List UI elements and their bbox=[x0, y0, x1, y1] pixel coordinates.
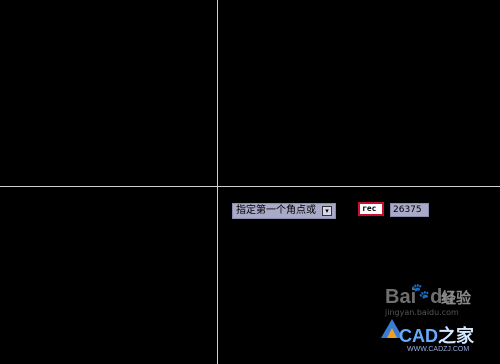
watermark: Bai du 🐾 经验 jingyan.baidu.com CAD之家 WWW.C… bbox=[381, 282, 495, 356]
prompt-label: 指定第一个角点或 bbox=[236, 205, 316, 216]
crosshair-vertical bbox=[217, 0, 218, 364]
watermark-url-cad: WWW.CADZJ.COM bbox=[407, 346, 470, 353]
down-arrow-icon[interactable]: ▾ bbox=[322, 206, 332, 216]
crosshair-horizontal bbox=[0, 186, 500, 187]
coordinate-input[interactable]: 26375 bbox=[390, 203, 429, 217]
command-input[interactable]: rec bbox=[358, 202, 384, 216]
cad-brand: CAD之家 bbox=[399, 326, 474, 346]
jingyan-text: 经验 bbox=[441, 289, 472, 307]
dynamic-input-prompt: 指定第一个角点或 ▾ bbox=[232, 203, 336, 219]
drawing-canvas[interactable]: 指定第一个角点或 ▾ rec 26375 Bai du 🐾 经验 jingyan.… bbox=[0, 0, 500, 364]
paw-icon: 🐾 bbox=[411, 282, 430, 300]
